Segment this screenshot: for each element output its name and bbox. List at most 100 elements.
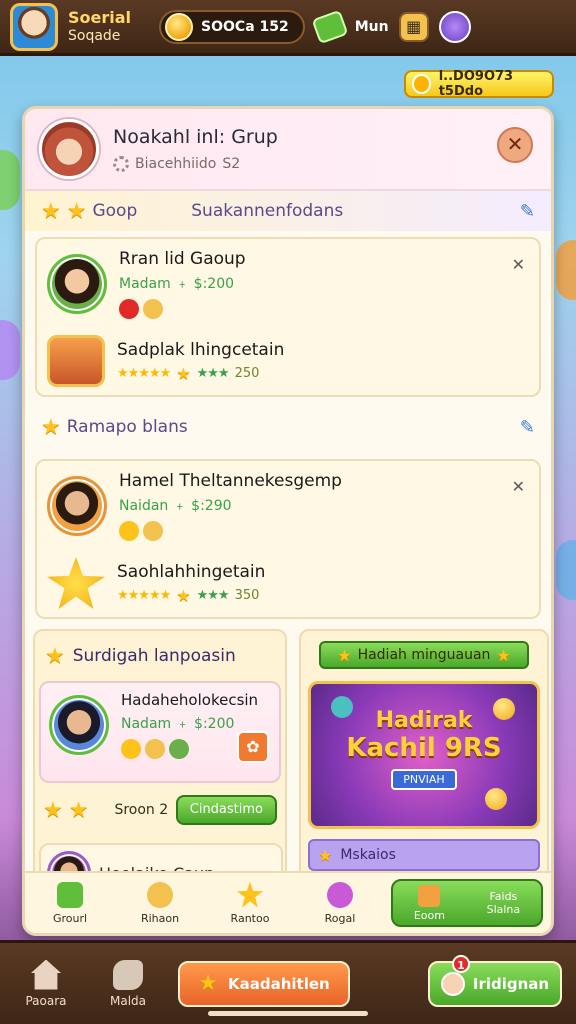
- group-avatar: [39, 119, 99, 179]
- member-avatar[interactable]: [47, 476, 107, 536]
- invite-button[interactable]: 1 Iridignan: [428, 954, 562, 1007]
- panel-header: Noakahl inl: Grup Biacehhiido S2 ✕: [25, 109, 551, 191]
- notification-badge: 1: [452, 954, 470, 973]
- nav-puzzle-label: Malda: [109, 993, 146, 1008]
- green-tab-1-label: Eoom: [413, 908, 445, 922]
- character-icon: [440, 971, 465, 996]
- background-tile: [556, 240, 576, 300]
- settings-icon[interactable]: [438, 10, 471, 43]
- promo-title-line2: Kachil 9RS: [346, 733, 502, 763]
- box-icon: [418, 884, 441, 907]
- big-star-icon: [47, 557, 105, 609]
- edit-icon[interactable]: ✎: [520, 201, 535, 222]
- gift-icon[interactable]: ✿: [237, 731, 269, 763]
- coin-icon: [165, 12, 194, 41]
- nav-home[interactable]: Paoara: [14, 959, 78, 1008]
- weekly-reward-banner[interactable]: Hadirak Kachil 9RS PNVIAH: [308, 681, 540, 829]
- green-tab-1[interactable]: Eoom: [413, 884, 445, 922]
- nav-puzzle[interactable]: Malda: [96, 959, 160, 1008]
- tab-royal[interactable]: Rogal: [295, 881, 385, 925]
- close-icon[interactable]: ✕: [512, 255, 525, 274]
- top-bar: Soerial Soqade SOOCa 152 Mun ▦: [0, 0, 576, 56]
- star-icon: ★: [68, 797, 89, 823]
- item-name: Sadplak lhingcetain: [117, 339, 285, 360]
- menu-label[interactable]: Mun: [355, 19, 389, 35]
- player-avatar[interactable]: [10, 2, 58, 51]
- coin-icon: [493, 698, 515, 720]
- green-tab-top-label: Faids: [489, 890, 518, 903]
- background-tile: [556, 540, 576, 600]
- promo-tag[interactable]: PNVIAH: [391, 769, 457, 790]
- reward-member-avatar[interactable]: [49, 695, 109, 755]
- weekly-reward-tag: ★ Hadiah minguauan ★: [319, 641, 529, 669]
- green-tab-2-label: Slalna: [486, 903, 521, 916]
- reward-name: Hadaheholokecsin: [121, 691, 259, 709]
- invite-button-label: Iridignan: [472, 974, 550, 993]
- section-plans-label: Ramapo blans: [66, 417, 188, 437]
- section-header-plans: ★ Ramapo blans ✎: [25, 407, 551, 447]
- group-panel: Noakahl inl: Grup Biacehhiido S2 ✕ ★ ★ G…: [22, 106, 554, 936]
- coin-counter[interactable]: SOOCa 152: [159, 9, 305, 44]
- home-icon: [31, 959, 61, 990]
- gem-icon[interactable]: [311, 9, 349, 44]
- member-badges: [119, 299, 246, 319]
- member-badges: [119, 521, 342, 541]
- tab-royal-label: Rogal: [324, 911, 356, 925]
- green-tab-2[interactable]: Faids Slalna: [487, 890, 521, 916]
- achievements-button[interactable]: ★ Kaadahitlen: [178, 960, 350, 1007]
- player-name: Soerial: [68, 7, 132, 27]
- weekly-reward-label: Hadiah minguauan: [357, 647, 491, 663]
- leaf-icon: [169, 739, 189, 759]
- crown-icon: [121, 739, 141, 759]
- item-rating: ★★★★★ ★ ★★★ 250: [117, 363, 260, 383]
- bottom-nav: Paoara Malda ★ Kaadahitlen 1 Iridignan: [0, 940, 576, 1024]
- basket-icon: [47, 335, 105, 387]
- reward-meta: Nadam ﹢ $:200: [121, 716, 235, 732]
- star-icon: ★: [198, 971, 218, 996]
- left-action-row: ★ ★ Sroon 2 Cindastimo: [35, 783, 285, 825]
- background-tile: [0, 150, 20, 210]
- panel-subtitle: Biacehhiido S2: [113, 156, 278, 172]
- coin-badge-text: l..DO9O73 t5Ddo: [438, 69, 514, 99]
- group-icon: [57, 881, 83, 908]
- red-badge-icon: [119, 299, 139, 319]
- member-avatar[interactable]: [47, 254, 107, 314]
- lilac-bar-label: Mskaios: [340, 847, 396, 863]
- star-icon: ★: [45, 643, 65, 669]
- coin-badge[interactable]: l..DO9O73 t5Ddo: [404, 69, 554, 99]
- member-card: Hamel Theltannekesgemp Naidan ﹢ $:290 ✕ …: [35, 459, 541, 619]
- item-rating: ★★★★★ ★ ★★★ 350: [117, 585, 260, 605]
- reward-card: Hadaheholokecsin Nadam ﹢ $:200 ✿: [39, 681, 281, 783]
- background-tile: [0, 320, 20, 380]
- confirm-button[interactable]: Cindastimo: [175, 795, 277, 825]
- panel-subtitle-number: S2: [222, 156, 241, 172]
- fist-icon: [143, 521, 163, 541]
- member-meta: Madam ﹢ $:200: [119, 276, 235, 292]
- close-button[interactable]: ✕: [497, 127, 533, 163]
- section-group-label: Goop: [92, 201, 138, 221]
- close-icon[interactable]: ✕: [512, 477, 525, 496]
- gem-icon: [331, 696, 353, 718]
- green-tab-group[interactable]: Eoom Faids Slalna: [391, 879, 543, 927]
- tab-rank-label: Rantoo: [230, 911, 270, 925]
- left-column-title: Surdigah lanpoasin: [72, 646, 236, 666]
- star-badge-icon: [119, 521, 139, 541]
- left-column-header: ★ Surdigah lanpoasin: [35, 631, 285, 681]
- section-header-group: ★ ★ Goop Suakannenfodans ✎: [25, 191, 551, 231]
- member-name: Hamel Theltannekesgemp: [119, 471, 342, 491]
- tab-rank[interactable]: Rantoo: [205, 881, 295, 925]
- player-info: Soerial Soqade: [68, 7, 132, 45]
- chest-icon[interactable]: ▦: [398, 11, 429, 42]
- section-group-right-label: Suakannenfodans: [191, 201, 344, 221]
- player-subtitle: Soqade: [68, 27, 121, 44]
- lilac-bar[interactable]: ★ Mskaios: [308, 839, 540, 871]
- tab-group[interactable]: Grourl: [25, 881, 115, 925]
- star-icon: ★: [41, 198, 61, 224]
- star-face-icon: ★: [41, 414, 61, 440]
- star-icon: ★: [43, 797, 63, 823]
- item-rating-value: 250: [234, 365, 260, 381]
- item-rating-value: 350: [234, 587, 260, 603]
- tab-reward[interactable]: Rihaon: [115, 881, 205, 925]
- smiley-coin-icon: [412, 74, 431, 94]
- edit-icon[interactable]: ✎: [520, 417, 535, 438]
